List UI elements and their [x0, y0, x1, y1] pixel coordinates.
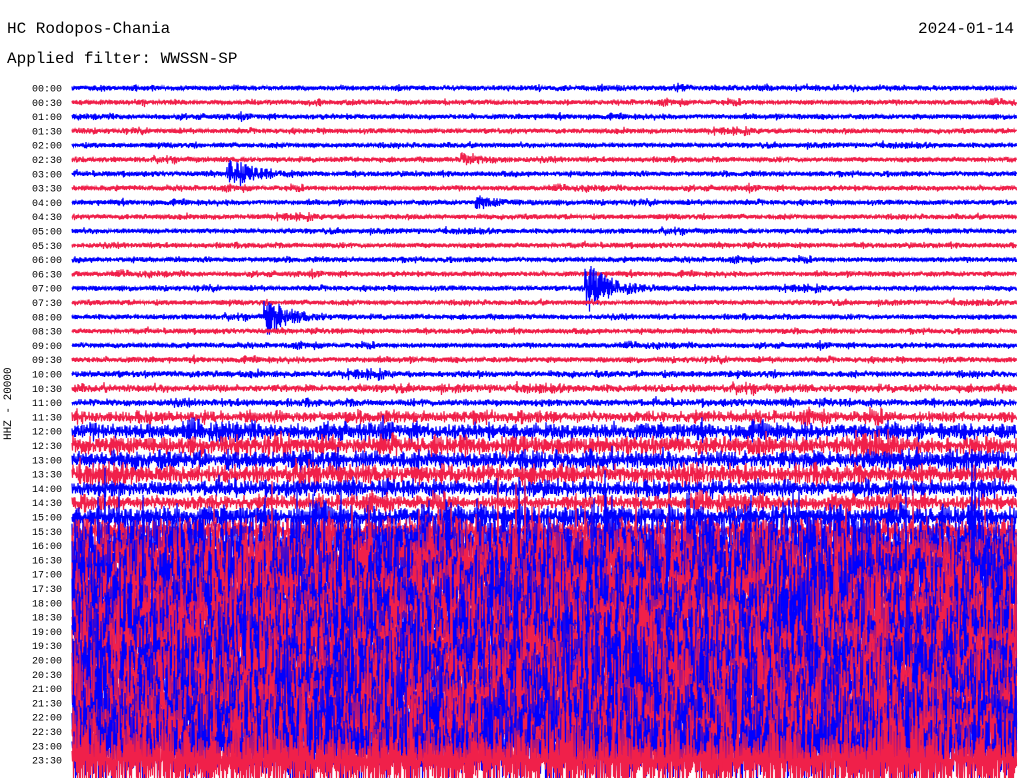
row-time-label: 11:30: [32, 413, 62, 424]
row-time-label: 12:00: [32, 428, 62, 439]
row-time-label: 19:30: [32, 642, 62, 653]
row-time-label: 17:00: [32, 571, 62, 582]
seismogram-traces: 00:00 00:30 01:00 01:30 02:00 02:30 03:00 03:30…: [32, 82, 1018, 779]
row-time-label: 16:30: [32, 556, 62, 567]
row-time-label: 21:30: [32, 699, 62, 710]
row-time-label: 16:00: [32, 542, 62, 553]
row-time-label: 06:00: [32, 256, 62, 267]
row-time-label: 09:30: [32, 356, 62, 367]
trace-row: [71, 406, 1018, 428]
row-time-label: 07:30: [32, 299, 62, 310]
row-time-label: 00:30: [32, 99, 62, 110]
row-time-label: 20:30: [32, 671, 62, 682]
row-time-label: 08:30: [32, 328, 62, 339]
row-time-label: 21:00: [32, 685, 62, 696]
trace-row: [71, 326, 1018, 335]
row-time-label: 01:00: [32, 113, 62, 124]
trace-row: [71, 226, 1017, 237]
trace-row: [71, 268, 1018, 280]
row-time-label: 23:30: [32, 757, 62, 768]
row-time-label: 04:30: [32, 213, 62, 224]
row-time-label: 10:00: [32, 371, 62, 382]
trace-row: [71, 254, 1018, 265]
trace-row: [71, 354, 1018, 365]
row-time-label: 03:00: [32, 170, 62, 181]
row-time-label: 05:30: [32, 242, 62, 253]
row-time-label: 19:00: [32, 628, 62, 639]
trace-row: [71, 82, 1018, 93]
trace-row: [71, 111, 1018, 122]
row-time-label: 09:00: [32, 342, 62, 353]
trace-row: [71, 396, 1018, 408]
row-time-label: 05:00: [32, 228, 62, 239]
row-time-label: 08:00: [32, 313, 62, 324]
row-time-label: 12:30: [32, 442, 62, 453]
row-time-label: 23:00: [32, 742, 62, 753]
row-time-label: 01:30: [32, 127, 62, 138]
row-time-label: 14:00: [32, 485, 62, 496]
row-time-label: 04:00: [32, 199, 62, 210]
row-time-label: 15:00: [32, 514, 62, 525]
row-time-label: 13:30: [32, 471, 62, 482]
row-time-label: 15:30: [32, 528, 62, 539]
row-time-label: 14:30: [32, 499, 62, 510]
trace-row: [71, 195, 1018, 210]
trace-row: [71, 182, 1018, 194]
trace-row: [71, 381, 1018, 396]
row-time-label: 10:30: [32, 385, 62, 396]
row-time-label: 07:00: [32, 285, 62, 296]
trace-row: [71, 152, 1018, 166]
row-time-label: 02:00: [32, 142, 62, 153]
trace-row: [71, 297, 1018, 308]
trace-row: [71, 97, 1018, 108]
trace-row: [71, 340, 1018, 351]
row-time-label: 22:00: [32, 714, 62, 725]
trace-row: [71, 367, 1018, 381]
row-time-label: 18:30: [32, 614, 62, 625]
trace-row: [71, 240, 1018, 250]
trace-row: [71, 211, 1018, 222]
row-time-label: 06:30: [32, 270, 62, 281]
row-time-label: 20:00: [32, 657, 62, 668]
row-time-label: 22:30: [32, 728, 62, 739]
row-time-label: 00:00: [32, 85, 62, 96]
row-time-label: 03:30: [32, 185, 62, 196]
helicorder-plot: HC Rodopos-Chania 2024-01-14 Applied fil…: [0, 0, 1024, 780]
row-time-label: 11:00: [32, 399, 62, 410]
trace-row: [71, 140, 1018, 150]
row-time-label: 17:30: [32, 585, 62, 596]
row-time-label: 13:00: [32, 456, 62, 467]
row-time-label: 02:30: [32, 156, 62, 167]
trace-row: [71, 126, 1018, 137]
row-time-label: 18:00: [32, 599, 62, 610]
trace-row: [71, 160, 1018, 187]
